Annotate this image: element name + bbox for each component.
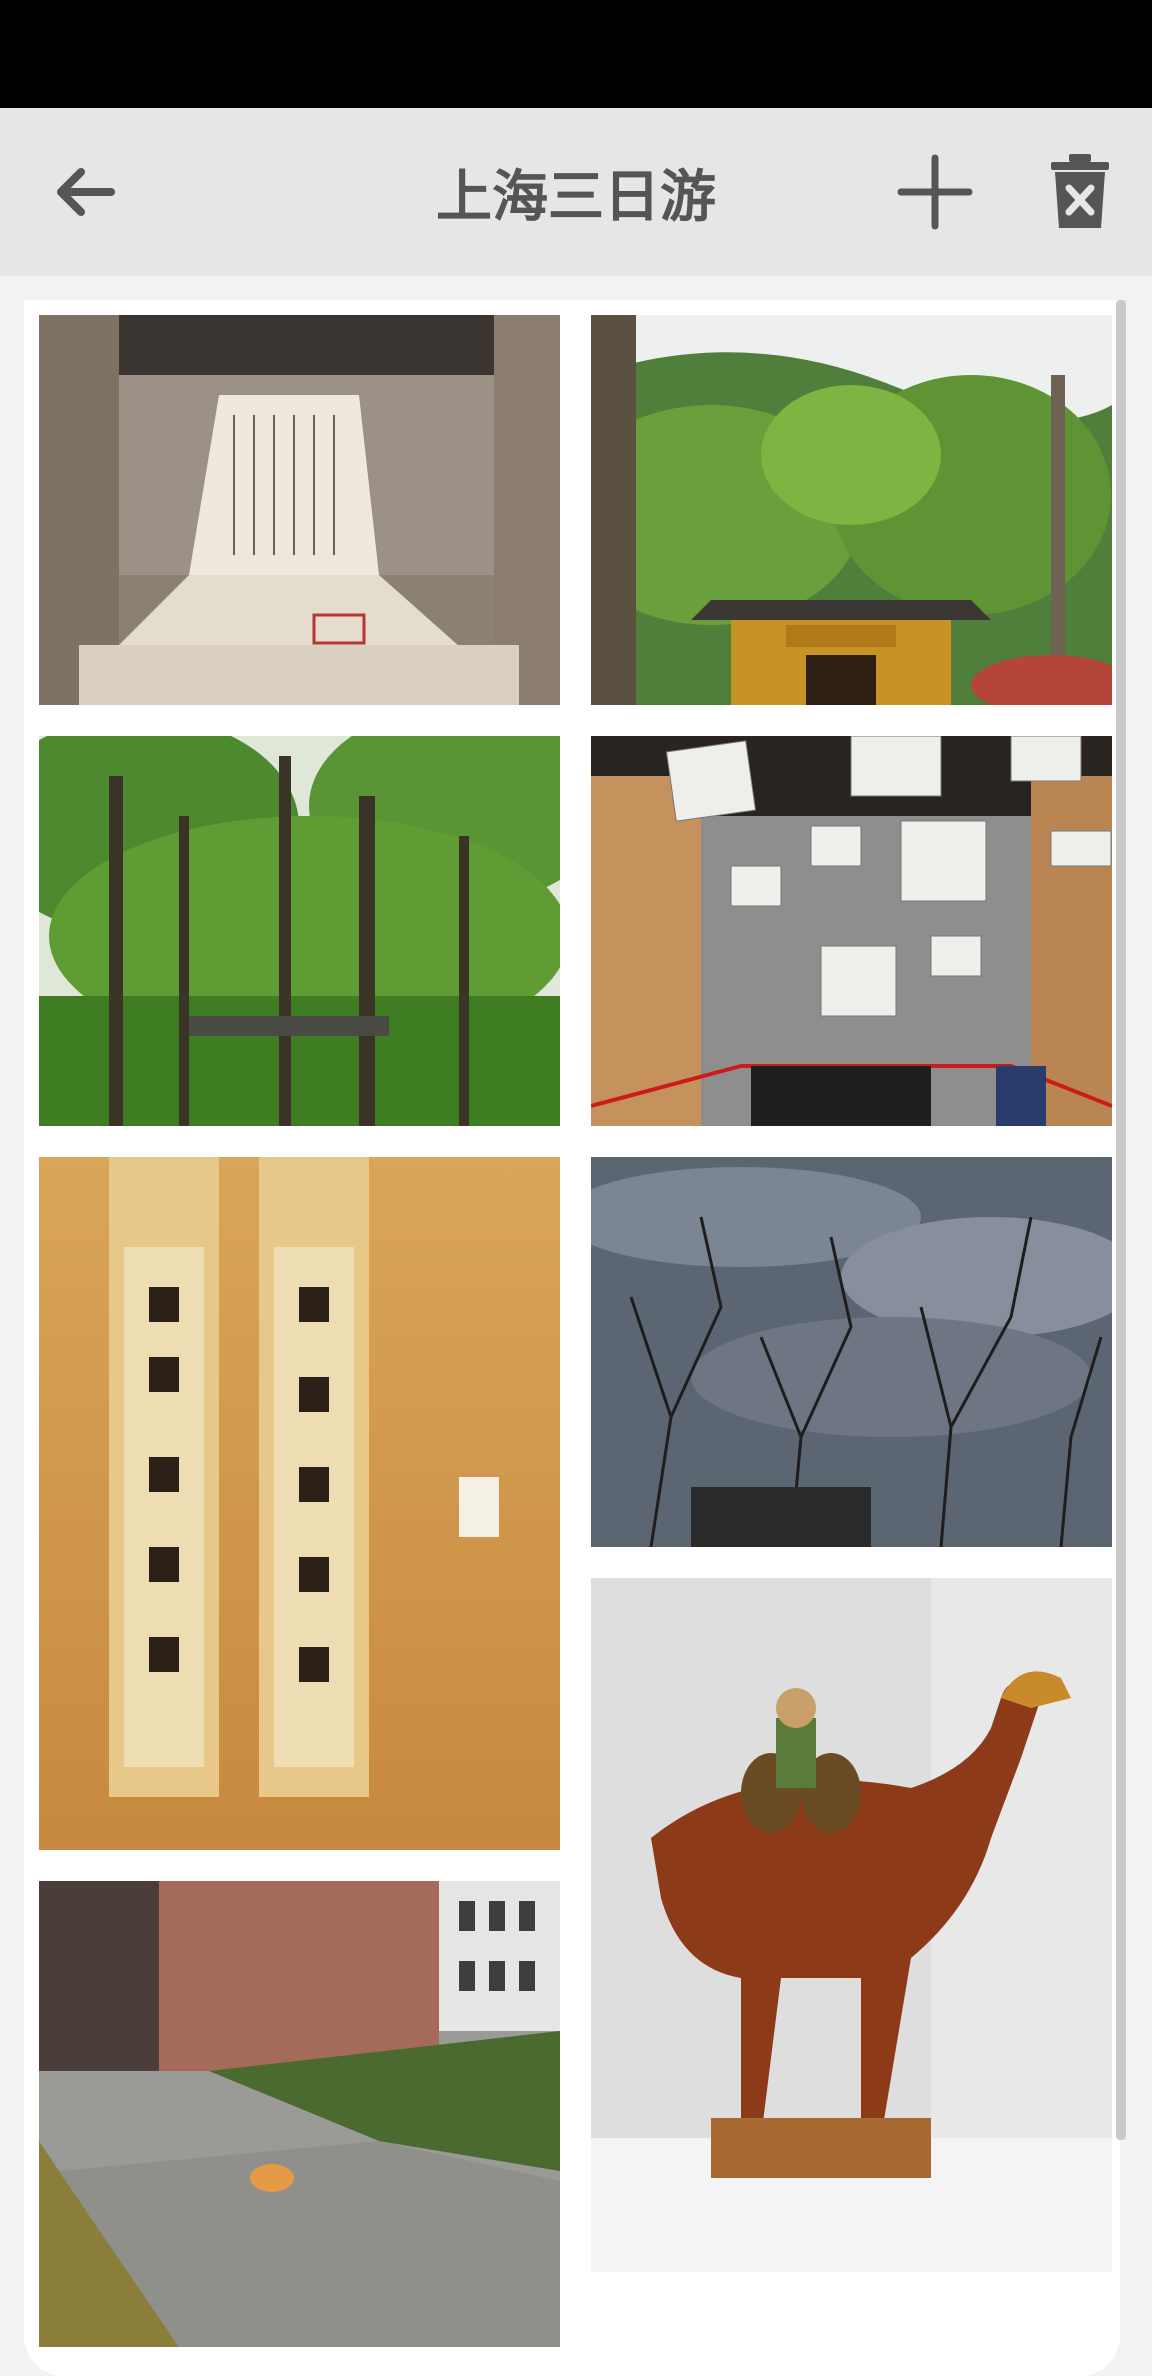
back-button[interactable]: [25, 108, 145, 276]
status-bar: [0, 0, 1152, 108]
courtyard-cat-photo[interactable]: [39, 1881, 560, 2347]
toolbar: 上海三日游: [0, 108, 1152, 276]
back-arrow-icon: [57, 168, 115, 216]
add-button[interactable]: [875, 108, 995, 276]
plus-icon: [897, 154, 973, 230]
bare-trees-sky-photo[interactable]: [591, 1157, 1112, 1547]
calligraphy-exhibit-photo[interactable]: [39, 315, 560, 705]
calligraphy-scroll-photo[interactable]: [39, 1157, 560, 1850]
tall-trees-forest-photo[interactable]: [39, 736, 560, 1126]
temple-gate-forest-photo[interactable]: [591, 315, 1112, 705]
tang-camel-statue-photo[interactable]: [591, 1578, 1112, 2272]
page-title: 上海三日游: [436, 164, 716, 230]
trash-icon: [1051, 154, 1109, 228]
delete-button[interactable]: [1020, 108, 1140, 276]
newspaper-exhibit-photo[interactable]: [591, 736, 1112, 1126]
scrollbar[interactable]: [1116, 300, 1126, 2140]
